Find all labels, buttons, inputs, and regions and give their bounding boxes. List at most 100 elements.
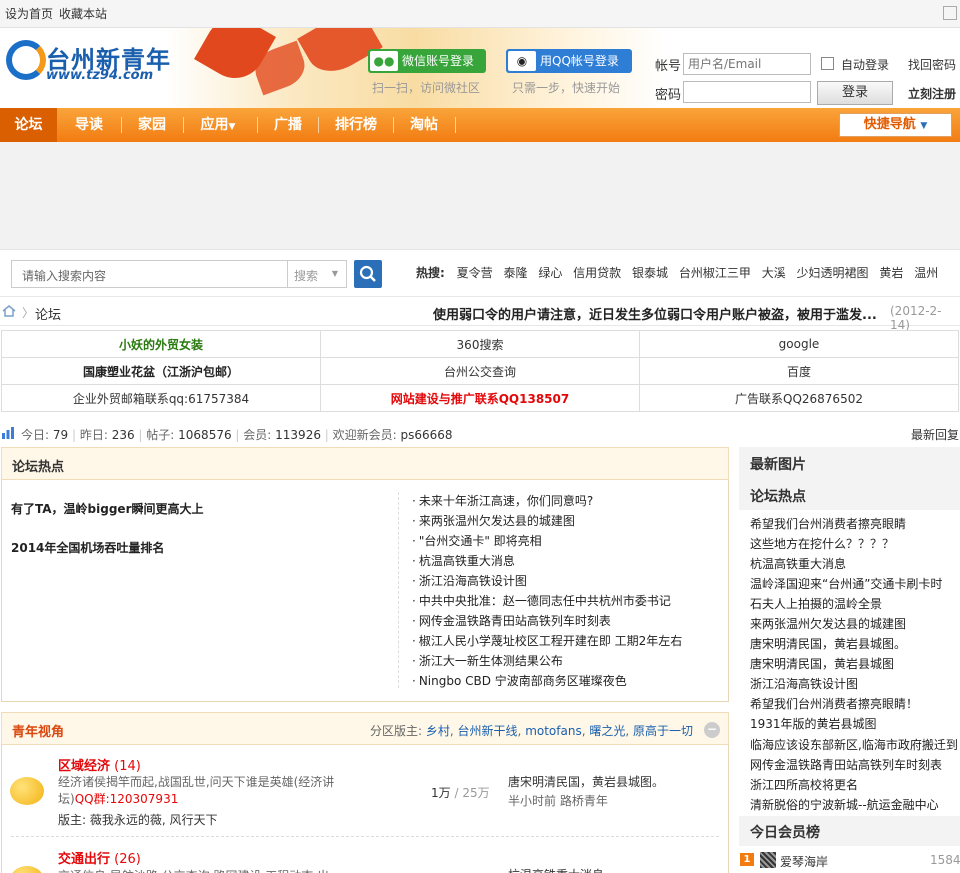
sidebar-hot-link[interactable]: 唐宋明清民国，黄岩县城图。 (750, 635, 960, 652)
sidebar-hot-link[interactable]: 网传金温铁路青田站高铁列车时刻表 (750, 756, 960, 773)
sidebar-hot-link[interactable]: 浙江沿海高铁设计图 (750, 675, 960, 692)
auto-login-checkbox[interactable] (821, 57, 834, 70)
set-home-link[interactable]: 设为首页 (5, 5, 53, 22)
nav-item-forum[interactable]: 论坛 (0, 108, 57, 142)
breadcrumb-current[interactable]: 论坛 (35, 304, 61, 323)
section-title[interactable]: 青年视角 (12, 721, 64, 740)
forum-stats: 今日: 79 | 昨日: 236 | 帖子: 1068576 | 会员: 113… (0, 425, 960, 443)
newest-member-link[interactable]: ps66668 (401, 428, 453, 442)
hot-thread-link[interactable]: 浙江沿海高铁设计图 (412, 572, 527, 589)
login-button[interactable]: 登录 (817, 81, 893, 105)
hot-search-word[interactable]: 台州椒江三甲 (679, 266, 751, 280)
search-input[interactable]: 请输入搜索内容 (11, 260, 287, 288)
sidebar-hot-link[interactable]: 清新脱俗的宁波新城--航运金融中心 (750, 796, 960, 813)
hot-featured-link[interactable]: 有了TA，温岭bigger瞬间更高大上 (11, 500, 203, 517)
moderator-link[interactable]: 乡村 (426, 724, 450, 738)
friend-link[interactable]: google (639, 330, 959, 358)
dropdown-icon: ▼ (228, 122, 236, 132)
notice-date: (2012-2-14) (890, 304, 942, 332)
latest-reply-link[interactable]: 最新回复 (911, 426, 959, 443)
sidebar-hot-link[interactable]: 希望我们台州消费者擦亮眼睛 (750, 515, 960, 532)
hot-featured-link[interactable]: 2014年全国机场吞吐量排名 (11, 539, 164, 556)
hot-search-word[interactable]: 少妇透明裙图 (797, 266, 869, 280)
friend-link[interactable]: 小妖的外贸女装 (1, 330, 321, 358)
sidebar-hot-link[interactable]: 来两张温州欠发达县的城建图 (750, 615, 960, 632)
nav-item-guide[interactable]: 导读 (62, 108, 116, 142)
forum-hot-header: 论坛热点 (1, 447, 729, 480)
forum-name-link[interactable]: 交通出行 (58, 852, 110, 867)
hot-thread-link[interactable]: 网传金温铁路青田站高铁列车时刻表 (412, 612, 611, 629)
friend-link[interactable]: 360搜索 (320, 330, 640, 358)
quick-nav-button[interactable]: 快捷导航 ▼ (839, 113, 952, 137)
hot-thread-link[interactable]: 未来十年浙江高速，你们同意吗? (412, 492, 593, 509)
nav-item-broadcast[interactable]: 广播 (262, 108, 314, 142)
sidebar-hot-link[interactable]: 临海应该设东部新区,临海市政府搬迁到 (750, 736, 960, 753)
sidebar-hot-link[interactable]: 温岭泽国迎来“台州通”交通卡刷卡时 (750, 575, 960, 592)
forum-last-post-link[interactable]: 杭温高铁重大消息 (508, 866, 604, 873)
breadcrumb: 〉 论坛 使用弱口令的用户请注意，近日发生多位弱口令用户账户被盗，被用于滥发..… (0, 296, 960, 332)
forum-last-time: 半小时前 (508, 794, 557, 808)
nav-item-home[interactable]: 家园 (125, 108, 179, 142)
hot-search-word[interactable]: 大溪 (762, 266, 786, 280)
search-type-select[interactable]: 搜索 ▼ (287, 260, 347, 288)
sidebar-hot-link[interactable]: 唐宋明清民国，黄岩县城图 (750, 655, 960, 672)
account-input[interactable] (683, 53, 811, 75)
hot-thread-link[interactable]: 杭温高铁重大消息 (412, 552, 515, 569)
moderator-link[interactable]: 曙之光 (589, 724, 625, 738)
qq-login-button[interactable]: ◉ 用QQ帐号登录 (506, 49, 632, 73)
stat-members-label: 会员: (243, 428, 272, 442)
nav-item-collections[interactable]: 淘帖 (398, 108, 450, 142)
hot-search-word[interactable]: 绿心 (538, 266, 562, 280)
sidebar-hot-link[interactable]: 石夫人上拍摄的温岭全景 (750, 595, 960, 612)
hot-thread-link[interactable]: "台州交通卡" 即将亮相 (412, 532, 542, 549)
forum-last-post-link[interactable]: 唐宋明清民国，黄岩县城图。 (508, 773, 664, 790)
forum-name-link[interactable]: 区域经济 (58, 759, 110, 774)
forum-description: 交通信息,导航沙路,公交查询,路网建设,工程动态,出 (58, 867, 368, 873)
sidebar-hot-link[interactable]: 杭温高铁重大消息 (750, 555, 960, 572)
hot-thread-link[interactable]: 中共中央批准：赵一德同志任中共杭州市委书记 (412, 592, 671, 609)
nav-item-apps[interactable]: 应用▼ (188, 108, 248, 142)
forum-last-user[interactable]: 路桥青年 (560, 794, 608, 808)
hot-search-word[interactable]: 银泰城 (632, 266, 668, 280)
fullscreen-icon[interactable] (943, 6, 957, 20)
hot-thread-link[interactable]: 来两张温州欠发达县的城建图 (412, 512, 575, 529)
forum-mods[interactable]: 薇我永远的薇, 风行天下 (90, 813, 218, 827)
nav-divider (455, 117, 456, 133)
friend-link[interactable]: 百度 (639, 357, 959, 385)
sidebar-hot-link[interactable]: 浙江四所高校将更名 (750, 776, 960, 793)
hot-thread-link[interactable]: 浙江大一新生体测结果公布 (412, 652, 563, 669)
hot-thread-link[interactable]: 椒江人民小学蔑址校区工程开建在即 工期2年左右 (412, 632, 682, 649)
nav-item-ranking[interactable]: 排行榜 (323, 108, 389, 142)
wechat-login-button[interactable]: ●● 微信账号登录 (368, 49, 486, 73)
find-password-link[interactable]: 找回密码 (908, 56, 956, 73)
collapse-icon[interactable]: − (704, 722, 720, 738)
friend-link[interactable]: 企业外贸邮箱联系qq:61757384 (1, 384, 321, 412)
friend-link[interactable]: 广告联系QQ26876502 (639, 384, 959, 412)
sidebar-hot-link[interactable]: 1931年版的黄岩县城图 (750, 715, 960, 732)
search-button[interactable] (354, 260, 382, 288)
register-link[interactable]: 立刻注册 (908, 85, 956, 102)
hot-search-word[interactable]: 夏令营 (457, 266, 493, 280)
member-name-link[interactable]: 爱琴海岸 (780, 853, 828, 870)
password-input[interactable] (683, 81, 811, 103)
hot-search-word[interactable]: 温州 (914, 266, 938, 280)
bookmark-link[interactable]: 收藏本站 (59, 5, 107, 22)
home-icon[interactable] (2, 305, 16, 317)
friend-link[interactable]: 台州公交查询 (320, 357, 640, 385)
moderator-link[interactable]: motofans (525, 724, 582, 738)
friend-link[interactable]: 国康塑业花盆（江浙沪包邮） (1, 357, 321, 385)
sidebar-hot-link[interactable]: 这些地方在挖什么？？？？ (750, 535, 960, 552)
hot-search-word[interactable]: 信用贷款 (573, 266, 621, 280)
friend-links-table: 小妖的外贸女装 360搜索 google 国康塑业花盆（江浙沪包邮） 台州公交查… (1, 330, 959, 412)
hot-search-word[interactable]: 泰隆 (503, 266, 527, 280)
member-avatar[interactable] (760, 852, 776, 868)
sidebar-hot-link[interactable]: 希望我们台州消费者擦亮眼睛！ (750, 695, 960, 712)
logo-icon (6, 40, 46, 80)
moderator-link[interactable]: 原高于一切 (633, 724, 693, 738)
moderator-link[interactable]: 台州新干线 (458, 724, 518, 738)
notice-text[interactable]: 使用弱口令的用户请注意，近日发生多位弱口令用户账户被盗，被用于滥发... (433, 304, 883, 323)
friend-link[interactable]: 网站建设与推广联系QQ138507 (320, 384, 640, 412)
hot-search-word[interactable]: 黄岩 (879, 266, 903, 280)
ad-banner[interactable] (0, 142, 960, 250)
hot-thread-link[interactable]: Ningbo CBD 宁波南部商务区璀璨夜色 (412, 672, 627, 689)
